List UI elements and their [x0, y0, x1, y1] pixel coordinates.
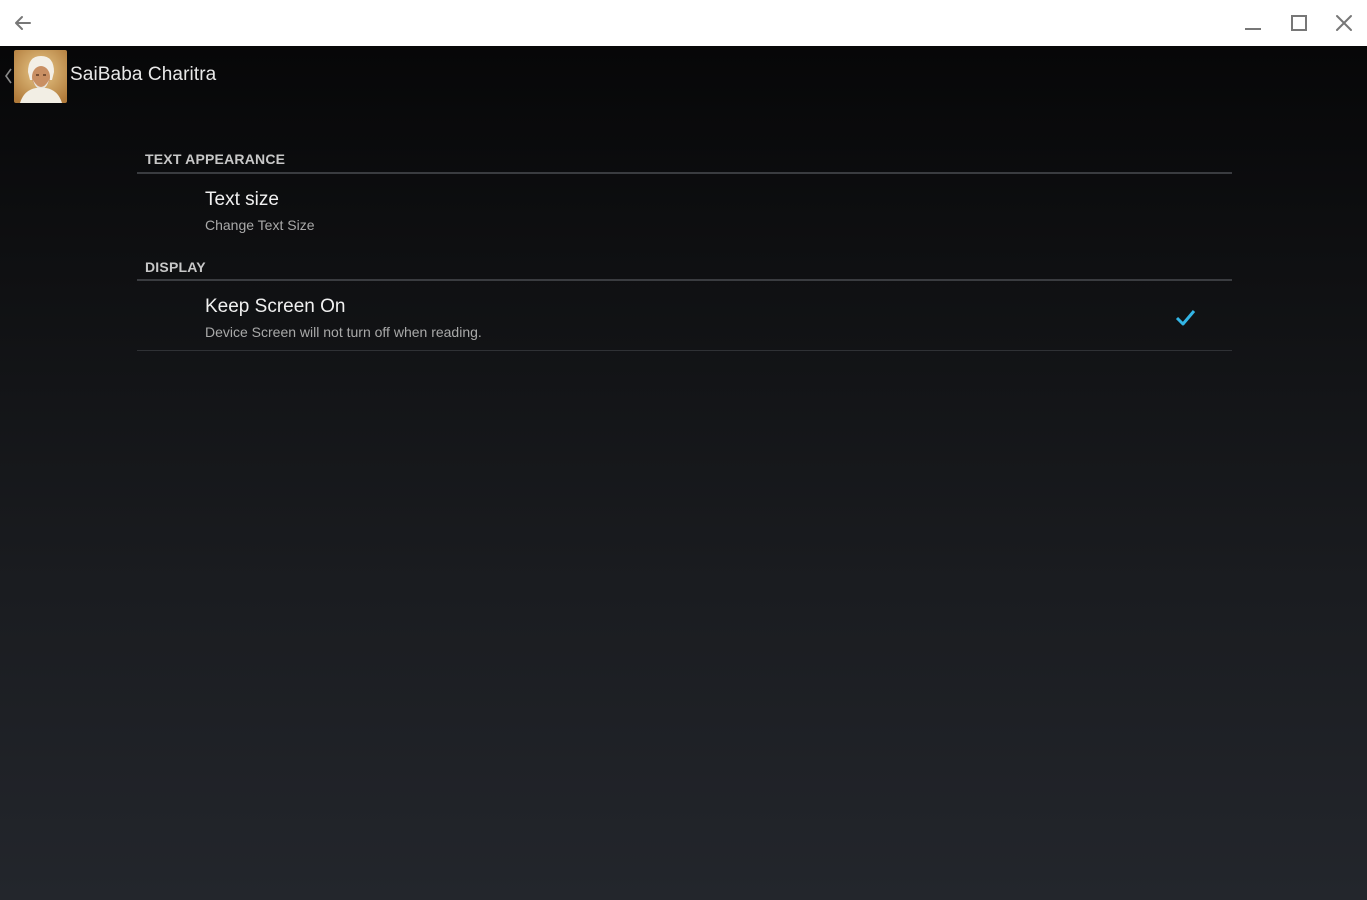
- category-display: DISPLAY: [137, 243, 1232, 281]
- window-minimize-button[interactable]: [1236, 6, 1270, 40]
- saibaba-portrait-icon[interactable]: [14, 50, 67, 103]
- category-title: DISPLAY: [145, 259, 206, 275]
- pref-keep-screen-on[interactable]: Keep Screen On Device Screen will not tu…: [137, 281, 1232, 351]
- app-title: SaiBaba Charitra: [70, 64, 217, 85]
- category-title: TEXT APPEARANCE: [145, 151, 286, 167]
- action-bar: SaiBaba Charitra: [0, 46, 1367, 106]
- row-divider: [137, 350, 1232, 351]
- arrow-left-icon: [15, 16, 31, 30]
- preferences-list: TEXT APPEARANCE Text size Change Text Si…: [137, 106, 1232, 351]
- pref-summary: Device Screen will not turn off when rea…: [205, 324, 482, 340]
- pref-title: Text size: [205, 189, 279, 210]
- close-icon: [1336, 15, 1352, 31]
- window-titlebar: [0, 0, 1367, 46]
- pref-title: Keep Screen On: [205, 296, 346, 317]
- pref-summary: Change Text Size: [205, 217, 315, 233]
- maximize-icon: [1291, 15, 1307, 31]
- keep-screen-on-checkbox[interactable]: [1174, 307, 1196, 329]
- minimize-icon: [1245, 28, 1261, 30]
- checkmark-icon: [1175, 310, 1196, 326]
- category-text-appearance: TEXT APPEARANCE: [137, 106, 1232, 174]
- window-close-button[interactable]: [1327, 6, 1361, 40]
- chevron-left-icon[interactable]: [3, 66, 13, 86]
- pref-text-size[interactable]: Text size Change Text Size: [137, 174, 1232, 243]
- window-maximize-button[interactable]: [1282, 6, 1316, 40]
- window-back-button[interactable]: [6, 6, 40, 40]
